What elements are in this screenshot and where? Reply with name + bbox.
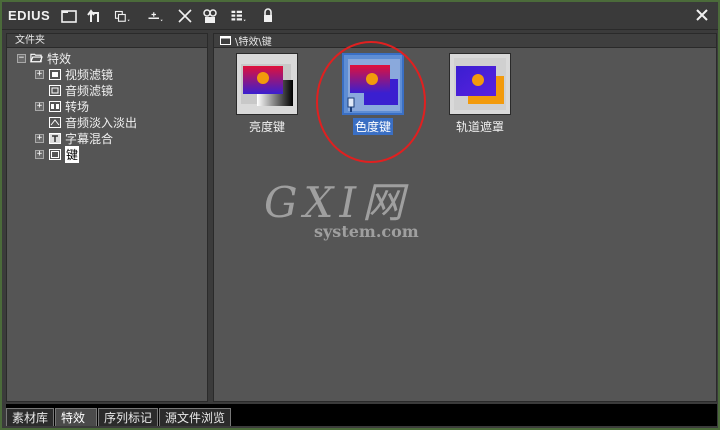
tab-sequence-markers[interactable]: 序列标记	[98, 408, 159, 426]
watermark: GXI网 system.com	[264, 182, 434, 252]
close-button[interactable]	[692, 5, 712, 25]
collapse-toggle[interactable]: −	[17, 53, 26, 63]
folder-open-icon	[30, 52, 43, 64]
effect-thumbnail	[449, 53, 511, 115]
view-mode-button[interactable]	[224, 5, 254, 27]
folder-panel-header: 文件夹	[7, 34, 207, 48]
tree-item-label: 视频滤镜	[65, 67, 114, 82]
tab-effects[interactable]: 特效	[55, 408, 98, 426]
tree-item-label: 音频滤镜	[65, 83, 114, 98]
tree-item-transition[interactable]: + 转场	[7, 98, 207, 114]
tree-item-effects[interactable]: − 特效	[7, 50, 207, 66]
tree-item-label: 转场	[65, 99, 90, 114]
toolbar: EDIUS	[2, 2, 718, 30]
tree-item-key[interactable]: + 键	[7, 145, 207, 163]
up-folder-button[interactable]	[83, 5, 105, 27]
video-filter-icon	[48, 68, 61, 80]
folder-icon	[61, 9, 78, 23]
audio-filter-icon	[48, 84, 61, 96]
audio-fade-icon	[48, 116, 61, 128]
copy-button[interactable]	[108, 5, 138, 27]
up-folder-icon	[87, 8, 100, 22]
transition-icon	[48, 100, 61, 112]
window-icon	[220, 36, 231, 45]
watermark-domain: system.com	[314, 222, 419, 241]
effect-item-label: 亮度键	[248, 120, 285, 134]
watermark-brand: GXI网	[264, 178, 411, 227]
expand-toggle[interactable]: +	[35, 149, 44, 159]
expand-toggle[interactable]: +	[35, 101, 44, 111]
lock-icon	[264, 7, 273, 22]
path-text: \特效\键	[235, 37, 272, 48]
tree-item-label-selected: 键	[65, 145, 80, 163]
tree-item-label: 字幕混合	[65, 131, 114, 146]
view-icon	[231, 10, 246, 21]
app-title: EDIUS	[8, 8, 51, 23]
add-to-timeline-button[interactable]	[141, 5, 171, 27]
track-matte-thumbnail-icon	[454, 58, 506, 110]
lock-button[interactable]	[257, 5, 279, 27]
key-icon	[48, 148, 61, 160]
bottom-tab-bar: 素材库 特效 序列标记 源文件浏览	[6, 404, 717, 426]
tree-item-title-mix[interactable]: + 字幕混合	[7, 130, 207, 146]
tree-item-audio-fade[interactable]: 音频淡入淡出	[7, 114, 207, 130]
folder-panel: 文件夹 − 特效 + 视频滤镜 音频滤镜 + 转场 音频淡入淡出 + 字幕混合 …	[6, 33, 208, 402]
highlight-circle	[316, 41, 426, 163]
expand-toggle[interactable]: +	[35, 133, 44, 143]
tab-bin[interactable]: 素材库	[6, 408, 55, 426]
folder-tree: − 特效 + 视频滤镜 音频滤镜 + 转场 音频淡入淡出 + 字幕混合 + 键	[7, 48, 207, 163]
effect-item-track-matte[interactable]: 轨道遮罩	[440, 53, 520, 135]
properties-button[interactable]	[199, 5, 221, 27]
tree-item-audio-filter[interactable]: 音频滤镜	[7, 82, 207, 98]
add-icon	[148, 11, 163, 21]
expand-toggle[interactable]: +	[35, 69, 44, 79]
path-bar: \特效\键	[214, 34, 716, 48]
effect-item-luma-key[interactable]: 亮度键	[227, 53, 307, 135]
tree-item-label: 特效	[47, 51, 72, 66]
properties-icon	[203, 8, 217, 23]
effect-thumbnail	[236, 53, 298, 115]
luma-key-thumbnail-icon	[241, 64, 293, 106]
tab-source-browser[interactable]: 源文件浏览	[159, 408, 232, 426]
new-folder-button[interactable]	[58, 5, 80, 27]
tree-item-label: 音频淡入淡出	[65, 115, 138, 130]
tree-item-video-filter[interactable]: + 视频滤镜	[7, 66, 207, 82]
delete-icon	[178, 8, 192, 23]
edius-effects-window: EDIUS 文件夹 − 特效 + 视频滤镜 音频滤镜 + 转场 音频淡入淡出 +…	[0, 0, 720, 430]
close-icon	[696, 9, 708, 21]
title-mix-icon	[48, 132, 61, 144]
effect-item-label: 轨道遮罩	[455, 120, 504, 134]
delete-button[interactable]	[174, 5, 196, 27]
copy-icon	[115, 10, 130, 22]
